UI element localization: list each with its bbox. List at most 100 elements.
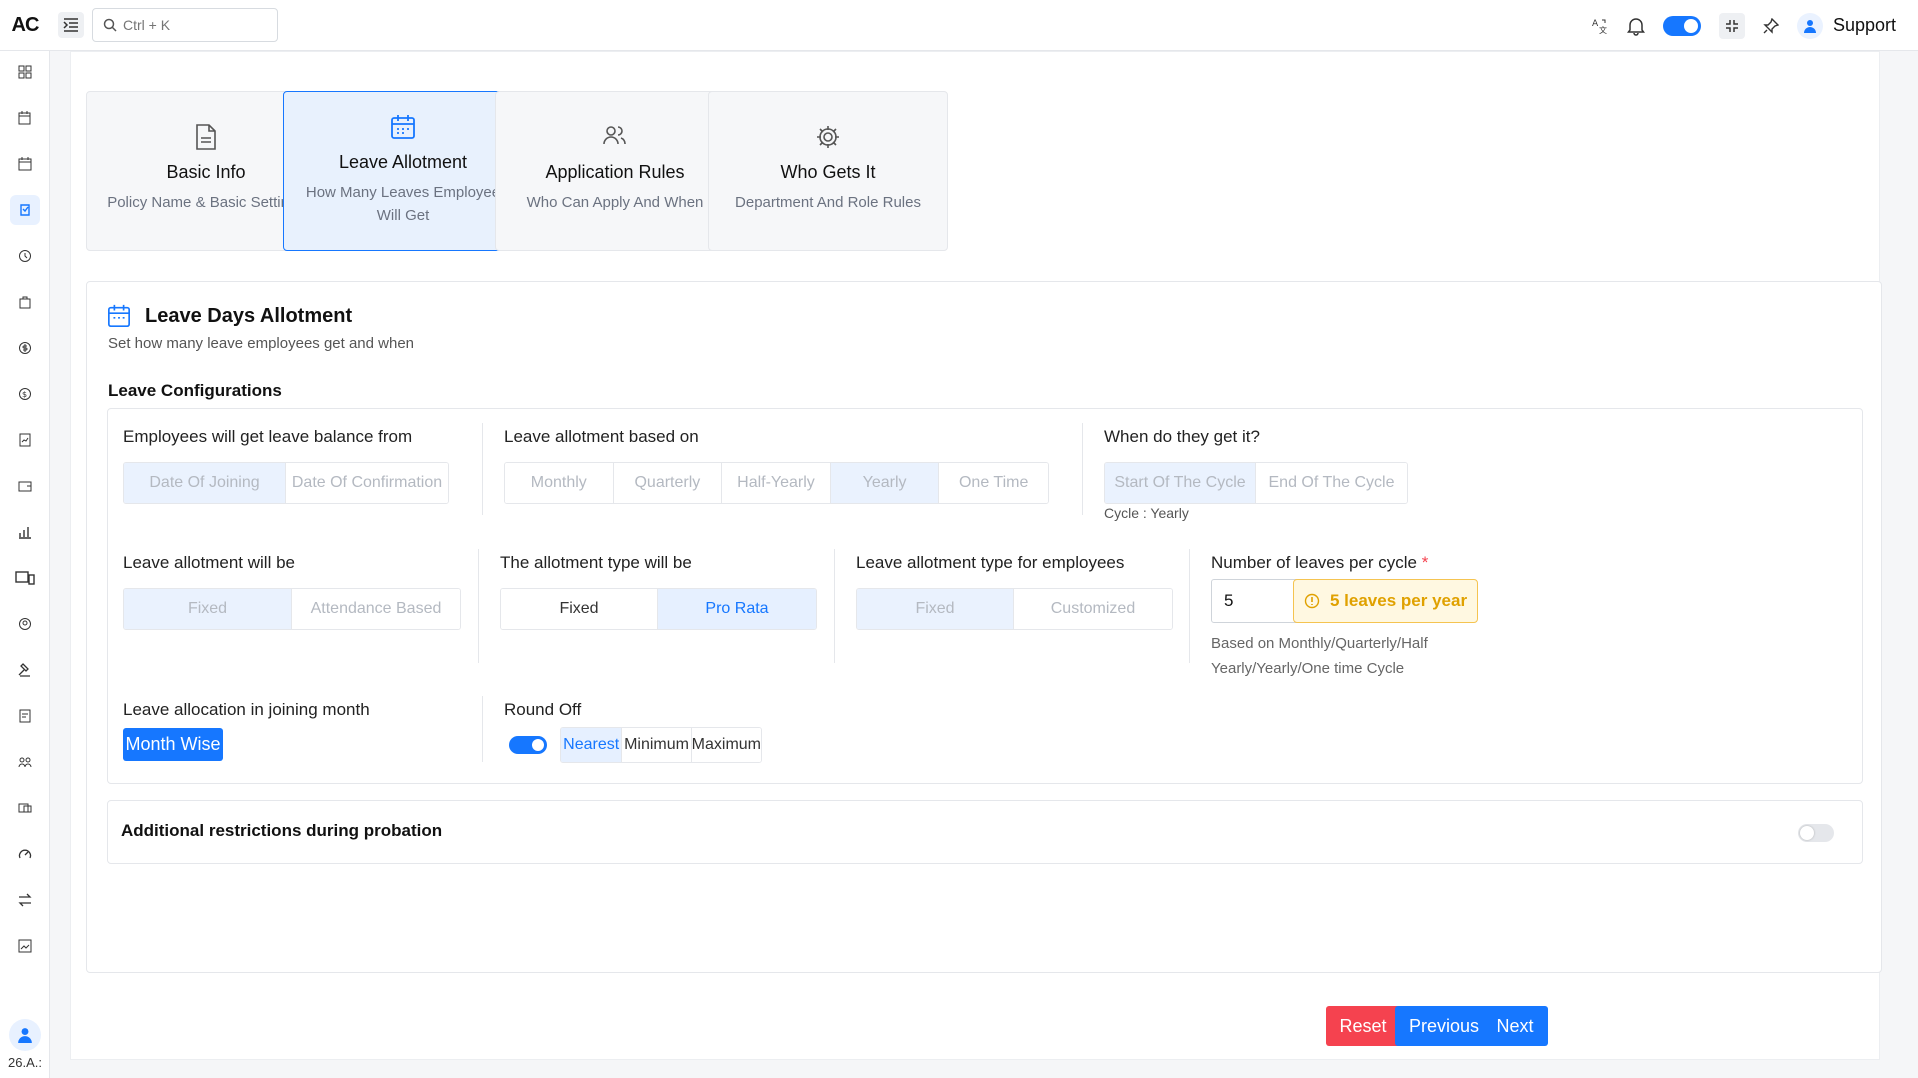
- next-button[interactable]: Next: [1482, 1006, 1548, 1046]
- divider: [834, 549, 835, 663]
- calendar-icon: [284, 114, 522, 142]
- round-off-selector: Nearest Minimum Maximum: [560, 727, 762, 763]
- step-title: Who Gets It: [780, 162, 876, 182]
- sidebar-payroll-icon[interactable]: $: [10, 379, 40, 409]
- section-title: Leave Configurations: [108, 381, 282, 400]
- sidebar-gavel-icon[interactable]: [10, 655, 40, 685]
- reset-button[interactable]: Reset: [1326, 1006, 1400, 1046]
- sidebar: $ 26.A.:: [0, 51, 50, 1078]
- leaves-per-cycle-label: Number of leaves per cycle *: [1211, 553, 1428, 573]
- option-minimum[interactable]: Minimum: [622, 728, 692, 762]
- option-date-of-joining[interactable]: Date Of Joining: [124, 463, 286, 503]
- sidebar-transfer-icon[interactable]: [10, 885, 40, 915]
- option-start-of-cycle[interactable]: Start Of The Cycle: [1105, 463, 1256, 503]
- option-maximum[interactable]: Maximum: [691, 728, 761, 762]
- sidebar-wallet-icon[interactable]: [10, 471, 40, 501]
- sidebar-clock-icon[interactable]: [10, 241, 40, 271]
- sidebar-analytics-icon[interactable]: [10, 517, 40, 547]
- option-fixed[interactable]: Fixed: [857, 589, 1014, 629]
- option-quarterly[interactable]: Quarterly: [613, 463, 723, 503]
- step-subtitle: Department And Role Rules: [735, 194, 921, 211]
- step-title: Leave Allotment: [338, 152, 468, 172]
- divider: [482, 696, 483, 762]
- user-avatar-icon: [9, 1019, 41, 1051]
- option-end-of-cycle[interactable]: End Of The Cycle: [1256, 463, 1407, 503]
- step-application-rules[interactable]: Application Rules Who Can Apply And When: [495, 91, 735, 251]
- type-for-employees-label: Leave allotment type for employees: [856, 553, 1125, 572]
- sidebar-image-icon[interactable]: [10, 931, 40, 961]
- pin-icon[interactable]: [1763, 17, 1779, 34]
- gear-icon: [709, 124, 947, 152]
- bell-icon[interactable]: [1626, 16, 1645, 36]
- menu-toggle-button[interactable]: [58, 12, 84, 38]
- sidebar-devices-icon[interactable]: [10, 563, 40, 593]
- previous-button[interactable]: Previous: [1395, 1006, 1493, 1046]
- round-off-toggle[interactable]: [509, 736, 547, 754]
- fullscreen-exit-icon[interactable]: [1718, 12, 1745, 39]
- sidebar-team-icon[interactable]: [10, 747, 40, 777]
- option-one-time[interactable]: One Time: [939, 463, 1048, 503]
- probation-restrictions-label: Additional restrictions during probation: [121, 821, 443, 840]
- card-title-text: Leave Days Allotment: [145, 304, 353, 327]
- probation-restrictions-row: Additional restrictions during probation: [107, 800, 1863, 864]
- leaves-per-year-badge: 5 leaves per year: [1293, 579, 1479, 623]
- option-attendance-based[interactable]: Attendance Based: [292, 589, 460, 629]
- support-label: Support: [1832, 15, 1896, 35]
- top-bar: AC A文 Support: [0, 0, 1918, 51]
- info-icon: [1304, 593, 1320, 609]
- app-logo[interactable]: AC: [0, 14, 50, 37]
- calendar-icon: [108, 304, 130, 327]
- sidebar-money-icon[interactable]: [10, 333, 40, 363]
- option-half-yearly[interactable]: Half-Yearly: [722, 463, 831, 503]
- support-menu[interactable]: Support: [1796, 12, 1896, 39]
- search-icon: [103, 18, 117, 32]
- option-date-of-confirmation[interactable]: Date Of Confirmation: [286, 463, 448, 503]
- theme-toggle[interactable]: [1662, 15, 1701, 36]
- menu-indent-icon: [63, 18, 78, 32]
- step-who-gets-it[interactable]: Who Gets It Department And Role Rules: [708, 91, 948, 251]
- option-fixed[interactable]: Fixed: [124, 589, 292, 629]
- cycle-note: Cycle : Yearly: [1104, 505, 1189, 521]
- sidebar-notes-icon[interactable]: [10, 701, 40, 731]
- sidebar-briefcase-icon[interactable]: [10, 287, 40, 317]
- users-icon: [496, 124, 734, 152]
- sidebar-report-icon[interactable]: [10, 425, 40, 455]
- svg-text:A: A: [1592, 19, 1599, 29]
- step-subtitle: How Many Leaves Employee Will Get: [305, 184, 501, 224]
- sidebar-speedometer-icon[interactable]: [10, 839, 40, 869]
- sidebar-user[interactable]: 26.A.:: [0, 1019, 50, 1070]
- divider: [478, 549, 479, 663]
- sidebar-calendar-icon[interactable]: [10, 149, 40, 179]
- sidebar-leave-icon[interactable]: [9, 195, 40, 225]
- allotment-type-selector: Fixed Pro Rata: [500, 588, 817, 630]
- main-content: Basic Info Policy Name & Basic Settings …: [70, 51, 1882, 1060]
- option-pro-rata[interactable]: Pro Rata: [658, 589, 816, 629]
- when-selector: Start Of The Cycle End Of The Cycle: [1104, 462, 1408, 504]
- translate-icon[interactable]: A文: [1591, 17, 1609, 35]
- leaves-per-cycle-hint: Based on Monthly/Quarterly/Half Yearly/Y…: [1211, 635, 1428, 677]
- option-customized[interactable]: Customized: [1014, 589, 1172, 629]
- allotment-type-label: The allotment type will be: [500, 553, 692, 572]
- divider: [1189, 549, 1190, 663]
- user-avatar-icon: [1796, 12, 1823, 39]
- sidebar-dashboard-icon[interactable]: [10, 57, 40, 87]
- card-title: Leave Days Allotment: [107, 304, 352, 328]
- leaves-per-year-text: 5 leaves per year: [1330, 591, 1468, 610]
- search-box[interactable]: [92, 8, 278, 42]
- required-mark: *: [1421, 553, 1429, 572]
- card-subtitle: Set how many leave employees get and whe…: [108, 335, 415, 352]
- svg-text:$: $: [22, 390, 27, 399]
- option-yearly[interactable]: Yearly: [830, 463, 940, 503]
- sidebar-cards-icon[interactable]: [10, 793, 40, 823]
- month-wise-button[interactable]: Month Wise: [123, 728, 223, 761]
- option-monthly[interactable]: Monthly: [505, 463, 614, 503]
- option-nearest[interactable]: Nearest: [561, 728, 623, 762]
- joining-month-label: Leave allocation in joining month: [123, 700, 370, 719]
- leave-configurations-panel: Employees will get leave balance from Da…: [107, 408, 1863, 784]
- option-fixed[interactable]: Fixed: [501, 589, 658, 629]
- search-input[interactable]: [123, 17, 263, 33]
- sidebar-calendar-edit-icon[interactable]: [10, 103, 40, 133]
- sidebar-profile-icon[interactable]: [10, 609, 40, 639]
- probation-restrictions-toggle[interactable]: [1798, 824, 1834, 842]
- step-leave-allotment[interactable]: Leave Allotment How Many Leaves Employee…: [283, 91, 523, 251]
